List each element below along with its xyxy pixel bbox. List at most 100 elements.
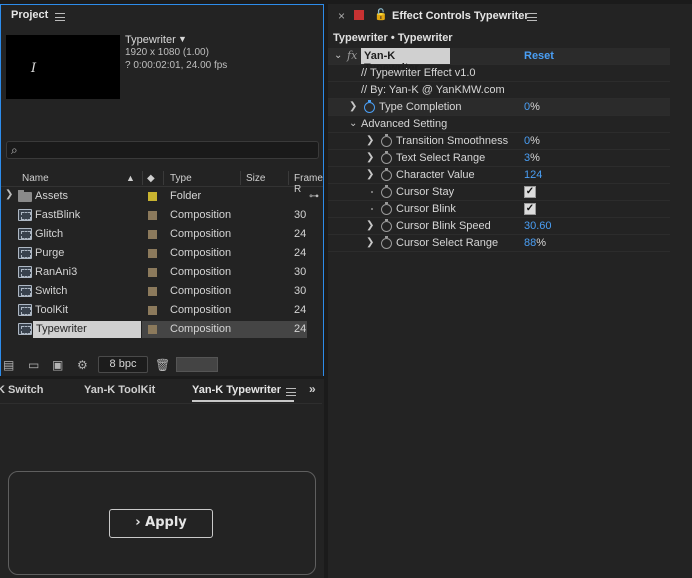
property-value[interactable]: 0% [524,135,540,147]
advanced-setting-group[interactable]: ⌄ Advanced Setting [328,116,670,133]
tab-yank-toolkit[interactable]: Yan-K ToolKit [84,384,155,396]
effect-header-row[interactable]: ⌄ fx Yan-K Typewriter Reset [328,48,670,74]
new-folder-icon[interactable]: ▭ [28,358,39,372]
cursor-blink-row[interactable]: Cursor Blink ✓ [328,201,670,218]
project-column-header: Name ▲ ◆ Type Size Frame R [1,169,323,195]
delete-trash-icon[interactable]: 🗑 [155,358,170,372]
stopwatch-icon[interactable] [381,219,392,232]
stopwatch-icon[interactable] [381,168,392,181]
expand-arrow-icon[interactable]: ❯ [366,237,374,248]
project-tab-title[interactable]: Project [11,9,48,21]
collapse-arrow-icon[interactable]: ⌄ [334,50,342,61]
expand-arrow-icon[interactable]: ❯ [366,152,374,163]
type-completion-row[interactable]: ❯ Type Completion 0% [328,99,670,116]
project-menu-icon[interactable] [55,13,65,21]
item-frame-rate: 24 [294,247,307,259]
list-item[interactable]: ❯ Assets Folder ⊶ [1,187,323,206]
column-type[interactable]: Type [170,173,192,184]
expand-arrow-icon[interactable]: ❯ [349,101,357,112]
tab-yank-typewriter[interactable]: Yan-K Typewriter [192,384,281,396]
label-color-swatch[interactable] [148,306,157,315]
list-item[interactable]: Purge Composition 24 [1,244,323,263]
effect-controls-tab[interactable]: × 🔓 Effect Controls Typewriter [328,4,692,28]
comment-text: // By: Yan-K @ YanKMW.com [361,84,505,96]
property-label: Type Completion [379,101,462,113]
composition-icon [18,228,32,240]
property-value[interactable]: 124 [524,169,542,181]
adjust-settings-icon[interactable]: ⚙ [77,358,88,372]
cursor-blink-checkbox[interactable]: ✓ [524,203,536,215]
list-item[interactable]: Glitch Composition 24 [1,225,323,244]
cursor-select-range-row[interactable]: ❯ Cursor Select Range 88% [328,235,670,252]
text-select-range-row[interactable]: ❯ Text Select Range 3% [328,150,670,167]
stopwatch-icon[interactable] [381,202,392,215]
label-color-swatch[interactable] [148,268,157,277]
close-icon[interactable]: × [338,9,345,23]
item-name: RanAni3 [35,266,78,278]
transition-smoothness-row[interactable]: ❯ Transition Smoothness 0% [328,133,670,150]
property-label: Cursor Blink Speed [396,220,491,232]
property-label: Transition Smoothness [396,135,509,147]
composition-icon [18,266,32,278]
stopwatch-icon[interactable] [381,185,392,198]
item-type: Composition [170,285,232,297]
label-color-swatch[interactable] [148,287,157,296]
label-tag-icon[interactable]: ◆ [147,173,155,184]
item-dropdown-icon[interactable]: ▼ [178,34,187,44]
effect-controls-title[interactable]: Effect Controls Typewriter [392,10,529,22]
project-search-input[interactable]: ⌕ [6,141,319,159]
fx-icon[interactable]: fx [347,49,357,62]
new-composition-icon[interactable]: ▣ [52,358,63,372]
stopwatch-icon[interactable] [381,236,392,249]
label-color-swatch[interactable] [148,211,157,220]
column-size[interactable]: Size [246,173,265,184]
expand-arrow-icon[interactable]: ❯ [366,169,374,180]
yank-menu-icon[interactable] [286,388,296,396]
color-depth-swatch[interactable] [176,357,218,372]
reset-button[interactable]: Reset [524,50,554,62]
apply-button[interactable]: › Apply [109,509,213,538]
item-name[interactable]: Typewriter [33,321,141,338]
effect-controls-menu-icon[interactable] [527,13,537,21]
property-value[interactable]: 30.60 [524,220,552,232]
label-color-swatch[interactable] [148,325,157,334]
sort-ascending-icon[interactable]: ▲ [126,173,135,183]
item-type: Composition [170,323,232,335]
property-value[interactable]: 3% [524,152,540,164]
cursor-stay-checkbox[interactable]: ✓ [524,186,536,198]
label-color-swatch[interactable] [148,192,157,201]
list-item-selected[interactable]: Typewriter Composition 24 [1,320,323,339]
label-color-icon[interactable] [354,10,364,20]
collapse-arrow-icon[interactable]: ⌄ [349,118,357,129]
list-item[interactable]: FastBlink Composition 30 [1,206,323,225]
list-item[interactable]: Switch Composition 30 [1,282,323,301]
expand-arrow-icon[interactable]: ❯ [366,220,374,231]
tab-overflow-icon[interactable]: » [309,382,316,396]
stopwatch-icon[interactable] [381,134,392,147]
list-item[interactable]: RanAni3 Composition 30 [1,263,323,282]
flowchart-icon[interactable]: ⊶ [309,191,319,202]
property-value[interactable]: 0% [524,101,540,113]
cursor-blink-speed-row[interactable]: ❯ Cursor Blink Speed 30.60 [328,218,670,235]
expand-arrow-icon[interactable]: ❯ [366,135,374,146]
property-value[interactable]: 88% [524,237,546,249]
property-label: Cursor Blink [396,203,456,215]
expand-arrow-icon[interactable]: ❯ [5,189,13,200]
cursor-stay-row[interactable]: Cursor Stay ✓ [328,184,670,201]
column-name[interactable]: Name [22,173,49,184]
project-tab[interactable]: Project [1,5,323,27]
effect-name[interactable]: Yan-K Typewriter [361,48,450,74]
chevron-right-icon: › [135,515,141,530]
tab-yank-switch[interactable]: K Switch [0,384,43,396]
character-value-row[interactable]: ❯ Character Value 124 [328,167,670,184]
interpret-footage-icon[interactable]: ▤ [3,358,14,372]
bit-depth-button[interactable]: 8 bpc [98,356,148,373]
lock-icon[interactable]: 🔓 [374,8,388,21]
stopwatch-icon[interactable] [381,151,392,164]
label-color-swatch[interactable] [148,249,157,258]
stopwatch-icon[interactable] [364,100,375,113]
list-item[interactable]: ToolKit Composition 24 [1,301,323,320]
composition-icon [18,285,32,297]
comment-text: // Typewriter Effect v1.0 [361,67,476,79]
label-color-swatch[interactable] [148,230,157,239]
